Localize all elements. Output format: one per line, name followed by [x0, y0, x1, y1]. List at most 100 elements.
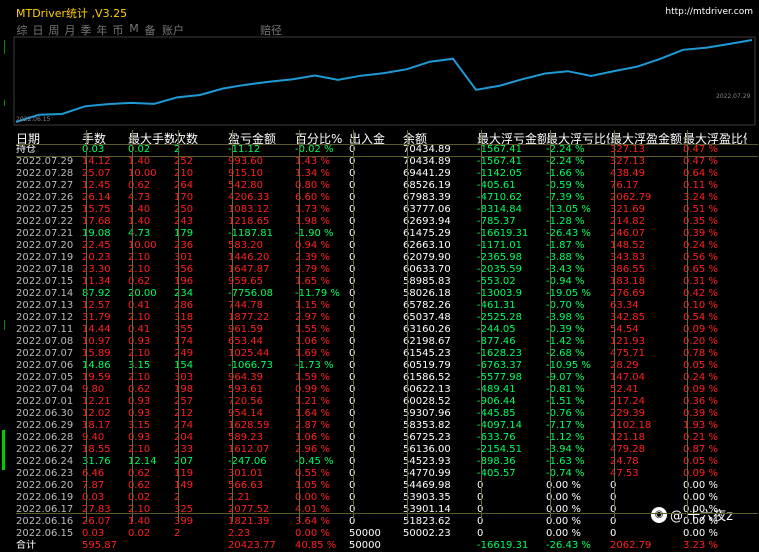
table-cell: 56725.23 — [403, 432, 451, 443]
table-cell: 20.00 — [128, 288, 157, 299]
table-row[interactable]: 2022.07.21 19.08 4.73 179 -1187.81 -1.90 % 061… — [16, 228, 758, 240]
table-row[interactable]: 2022.06.190.030.0222.210.00 %053903.3500… — [16, 492, 758, 504]
table-cell: 0.41 — [128, 300, 151, 311]
table-row[interactable]: 2022.07.14 87.92 20.00 234 -7756.08 -11.79 % 0… — [16, 288, 758, 300]
header-cell[interactable]: 出入金 — [349, 130, 403, 144]
summary-cell: 0.02 — [128, 144, 151, 155]
table-row[interactable]: 2022.07.28 25.07 10.00 210 915.10 1.34 % 06944… — [16, 168, 758, 180]
table-cell: 4206.33 — [228, 192, 270, 203]
total-cell — [174, 540, 228, 552]
table-row[interactable]: 2022.07.26 26.14 4.73 170 4206.33 6.60 % 06798… — [16, 192, 758, 204]
table-row[interactable]: 2022.07.12 31.79 2.10 318 1877.22 2.97 % 06503… — [16, 312, 758, 324]
table-cell: 0 — [349, 420, 403, 432]
table-cell: 61475.29 — [403, 228, 451, 239]
table-cell: 2.87 % — [295, 420, 330, 431]
column-divider — [687, 130, 688, 522]
header-cell[interactable]: 次数 — [174, 130, 228, 144]
table-cell: 720.56 — [228, 396, 263, 407]
table-cell: 0 — [349, 516, 403, 528]
table-cell: -785.37 — [477, 216, 516, 227]
table-cell: 0.00 % — [295, 528, 330, 539]
table-cell: 0.35 % — [683, 216, 718, 227]
table-row[interactable]: 2022.07.19 20.23 2.10 301 1446.20 2.39 % 06207… — [16, 252, 758, 264]
table-row[interactable]: 2022.07.11 14.44 0.41 355 961.59 1.55 % 063160… — [16, 324, 758, 336]
table-cell: 233 — [174, 444, 194, 455]
table-row[interactable]: 2022.07.07 15.89 2.10 249 1025.44 1.69 % 06154… — [16, 348, 758, 360]
table-cell: -19.05 % — [546, 288, 591, 299]
table-row[interactable]: 2022.07.01 12.21 0.93 257 720.56 1.21 % 060028… — [16, 396, 758, 408]
table-cell: -13.05 % — [546, 204, 591, 215]
header-cell[interactable]: 手数 — [82, 130, 128, 144]
table-row[interactable]: 2022.06.23 6.46 0.62 119 301.01 0.55 % 054770.… — [16, 468, 758, 480]
table-cell: 0 — [349, 324, 403, 336]
total-cell: 3.23 % — [683, 540, 718, 551]
table-cell: 0 — [349, 372, 403, 384]
table-cell: 0.62 — [128, 468, 151, 479]
header-cell[interactable]: 盈亏金额 — [228, 130, 295, 144]
table-cell: -1066.73 — [228, 360, 273, 371]
table-cell: 12.21 — [82, 396, 111, 407]
table-cell: 2.10 — [128, 504, 151, 515]
table-cell: 47.53 — [610, 468, 639, 479]
header-cell[interactable]: 余额 — [403, 130, 477, 144]
chart-frame — [13, 36, 756, 126]
table-row[interactable]: 2022.07.29 14.12 1.40 252 993.60 1.43 % 070434… — [16, 156, 758, 168]
table-cell: 0.00 % — [295, 492, 330, 503]
summary-cell: 327.13 — [610, 144, 645, 155]
table-row[interactable]: 2022.07.08 10.97 0.93 174 653.44 1.06 % 062198… — [16, 336, 758, 348]
table-row[interactable]: 2022.07.05 19.59 2.10 303 964.39 1.59 % 061586… — [16, 372, 758, 384]
table-row[interactable]: 2022.07.20 22.45 10.00 236 583.20 0.94 % 06266… — [16, 240, 758, 252]
table-row[interactable]: 2022.07.22 17.68 1.40 243 1218.65 1.98 % 06269… — [16, 216, 758, 228]
table-cell: 1.65 % — [295, 276, 330, 287]
table-row[interactable]: 2022.07.06 14.86 3.15 154 -1066.73 -1.73 % 060… — [16, 360, 758, 372]
table-row[interactable]: 2022.06.28 9.40 0.93 204 589.23 1.06 % 056725.… — [16, 432, 758, 444]
table-cell: 154 — [174, 360, 194, 371]
table-cell: -2.24 % — [546, 156, 585, 167]
table-row[interactable]: 2022.06.207.870.62149566.631.05 %054469.… — [16, 480, 758, 492]
header-cell[interactable]: 最大浮亏比例 — [546, 130, 610, 144]
table-row[interactable]: 2022.07.25 15.75 1.40 250 1083.12 1.73 % 06377… — [16, 204, 758, 216]
table-cell: 264 — [174, 180, 194, 191]
table-cell: 12.14 — [128, 456, 157, 467]
table-row[interactable]: 2022.07.18 23.30 2.10 356 1647.87 2.79 % 06063… — [16, 264, 758, 276]
header-cell[interactable]: 最大浮盈金额 — [610, 130, 683, 144]
table-row[interactable]: 2022.06.29 18.17 3.15 274 1628.59 2.87 % 05835… — [16, 420, 758, 432]
table-cell: -2525.28 — [477, 312, 522, 323]
table-row[interactable]: 2022.07.13 12.57 0.41 286 744.78 1.15 % 065782… — [16, 300, 758, 312]
table-cell: -0.59 % — [546, 180, 585, 191]
table-row[interactable]: 2022.06.15 0.03 0.02 2 2.23 0.00 % 50000 50002.… — [16, 528, 758, 540]
table-cell: 62693.94 — [403, 216, 451, 227]
table-cell: 593.61 — [228, 384, 263, 395]
table-row[interactable]: 2022.06.24 31.76 12.14 207 -247.06 -0.45 % 054… — [16, 456, 758, 468]
header-cell[interactable]: 最大手数 — [128, 130, 174, 144]
table-row[interactable]: 2022.06.27 18.55 2.10 233 1612.07 2.96 % 05613… — [16, 444, 758, 456]
column-divider — [232, 130, 233, 522]
table-row[interactable]: 2022.06.1626.071.403991821.393.64 %05182… — [16, 516, 758, 528]
table-cell: 386.55 — [610, 264, 645, 275]
table-cell: 0 — [349, 240, 403, 252]
header-cell[interactable]: 日期 — [16, 130, 82, 144]
table-row[interactable]: 2022.06.30 12.02 0.93 212 954.14 1.64 % 059307… — [16, 408, 758, 420]
website-link[interactable]: http://mtdriver.com — [665, 7, 753, 17]
table-cell: 1877.22 — [228, 312, 270, 323]
table-row[interactable]: 2022.07.15 11.34 0.62 196 959.65 1.65 % 058985… — [16, 276, 758, 288]
table-cell: 542.80 — [228, 180, 263, 191]
table-cell: 2022.06.23 — [16, 468, 74, 479]
header-cell[interactable]: 最大浮亏金额 — [477, 130, 546, 144]
total-row: 合计 595.87 20423.77 40.85 % 50000 -16619.31 -26… — [16, 540, 758, 552]
column-divider — [132, 130, 133, 522]
header-cell[interactable]: 最大浮盈比例 — [683, 130, 747, 144]
table-row[interactable]: 2022.07.27 12.45 0.62 264 542.80 0.80 % 068526… — [16, 180, 758, 192]
header-cell[interactable]: 百分比% — [295, 130, 349, 144]
balance-chart: 2022.06.15 2022.07.29 — [12, 36, 759, 128]
table-cell: 2022.07.11 — [16, 324, 74, 335]
table-cell: 26.14 — [82, 192, 111, 203]
table-cell: 198 — [174, 384, 194, 395]
table-cell: 243 — [174, 216, 194, 227]
table-cell: 274 — [174, 420, 194, 431]
table-row[interactable]: 2022.07.04 9.80 0.62 198 593.61 0.99 % 060622.… — [16, 384, 758, 396]
table-cell: 0.78 % — [683, 348, 718, 359]
table-cell: -906.44 — [477, 396, 516, 407]
table-row[interactable]: 2022.06.1727.832.103252077.524.01 %05390… — [16, 504, 758, 516]
table-cell: 2022.07.18 — [16, 264, 74, 275]
